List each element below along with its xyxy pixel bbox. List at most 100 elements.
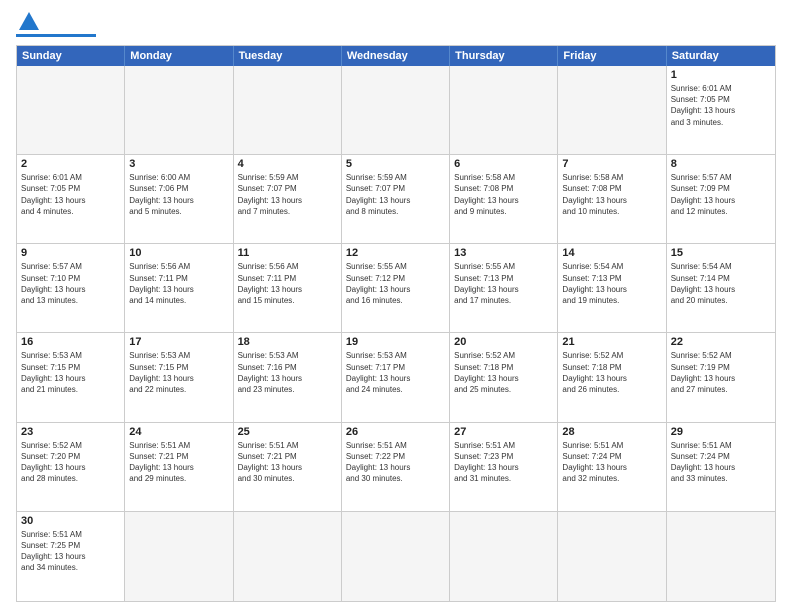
day-info: Sunrise: 5:58 AMSunset: 7:08 PMDaylight:… <box>454 172 553 217</box>
day-number: 12 <box>346 247 445 259</box>
day-info: Sunrise: 6:01 AMSunset: 7:05 PMDaylight:… <box>21 172 120 217</box>
calendar-cell: 1 Sunrise: 6:01 AMSunset: 7:05 PMDaylight… <box>667 66 775 154</box>
day-number: 25 <box>238 426 337 438</box>
day-info: Sunrise: 5:53 AMSunset: 7:15 PMDaylight:… <box>21 350 120 395</box>
calendar-cell <box>558 512 666 601</box>
day-number: 13 <box>454 247 553 259</box>
day-number: 28 <box>562 426 661 438</box>
calendar-row-6: 30 Sunrise: 5:51 AMSunset: 7:25 PMDayligh… <box>17 512 775 601</box>
day-number: 9 <box>21 247 120 259</box>
day-number: 30 <box>21 515 120 527</box>
calendar-row-4: 16 Sunrise: 5:53 AMSunset: 7:15 PMDayligh… <box>17 333 775 422</box>
day-info: Sunrise: 5:52 AMSunset: 7:20 PMDaylight:… <box>21 440 120 485</box>
calendar-cell <box>450 512 558 601</box>
calendar-cell: 8Sunrise: 5:57 AMSunset: 7:09 PMDaylight… <box>667 155 775 243</box>
calendar-cell <box>450 66 558 154</box>
day-number: 5 <box>346 158 445 170</box>
day-number: 11 <box>238 247 337 259</box>
day-info: Sunrise: 5:52 AMSunset: 7:18 PMDaylight:… <box>562 350 661 395</box>
day-number: 27 <box>454 426 553 438</box>
day-info: Sunrise: 5:57 AMSunset: 7:09 PMDaylight:… <box>671 172 771 217</box>
day-number: 10 <box>129 247 228 259</box>
calendar-cell: 22 Sunrise: 5:52 AMSunset: 7:19 PMDayligh… <box>667 333 775 421</box>
logo-triangle-icon <box>19 12 39 30</box>
day-number: 18 <box>238 336 337 348</box>
calendar-cell <box>667 512 775 601</box>
calendar-cell <box>342 66 450 154</box>
calendar-cell: 17 Sunrise: 5:53 AMSunset: 7:15 PMDayligh… <box>125 333 233 421</box>
calendar-cell: 10 Sunrise: 5:56 AMSunset: 7:11 PMDayligh… <box>125 244 233 332</box>
calendar-cell: 19 Sunrise: 5:53 AMSunset: 7:17 PMDayligh… <box>342 333 450 421</box>
day-info: Sunrise: 5:51 AMSunset: 7:21 PMDaylight:… <box>238 440 337 485</box>
day-info: Sunrise: 6:01 AMSunset: 7:05 PMDaylight:… <box>671 83 771 128</box>
day-info: Sunrise: 5:52 AMSunset: 7:19 PMDaylight:… <box>671 350 771 395</box>
day-info: Sunrise: 5:54 AMSunset: 7:13 PMDaylight:… <box>562 261 661 306</box>
calendar-row-1: 1 Sunrise: 6:01 AMSunset: 7:05 PMDaylight… <box>17 66 775 155</box>
calendar-cell <box>558 66 666 154</box>
calendar-cell: 16 Sunrise: 5:53 AMSunset: 7:15 PMDayligh… <box>17 333 125 421</box>
calendar-cell <box>234 66 342 154</box>
day-number: 7 <box>562 158 661 170</box>
calendar-cell: 20Sunrise: 5:52 AMSunset: 7:18 PMDayligh… <box>450 333 558 421</box>
day-info: Sunrise: 5:53 AMSunset: 7:15 PMDaylight:… <box>129 350 228 395</box>
day-info: Sunrise: 5:53 AMSunset: 7:16 PMDaylight:… <box>238 350 337 395</box>
day-number: 16 <box>21 336 120 348</box>
day-number: 14 <box>562 247 661 259</box>
header-day-friday: Friday <box>558 46 666 66</box>
day-number: 3 <box>129 158 228 170</box>
day-number: 23 <box>21 426 120 438</box>
day-info: Sunrise: 5:53 AMSunset: 7:17 PMDaylight:… <box>346 350 445 395</box>
header-day-wednesday: Wednesday <box>342 46 450 66</box>
calendar-header: SundayMondayTuesdayWednesdayThursdayFrid… <box>17 46 775 66</box>
calendar-cell: 3 Sunrise: 6:00 AMSunset: 7:06 PMDaylight… <box>125 155 233 243</box>
day-number: 19 <box>346 336 445 348</box>
calendar-cell: 26Sunrise: 5:51 AMSunset: 7:22 PMDayligh… <box>342 423 450 511</box>
calendar-cell: 14 Sunrise: 5:54 AMSunset: 7:13 PMDayligh… <box>558 244 666 332</box>
day-info: Sunrise: 5:51 AMSunset: 7:24 PMDaylight:… <box>671 440 771 485</box>
calendar-cell: 6 Sunrise: 5:58 AMSunset: 7:08 PMDaylight… <box>450 155 558 243</box>
calendar-cell: 12 Sunrise: 5:55 AMSunset: 7:12 PMDayligh… <box>342 244 450 332</box>
day-info: Sunrise: 5:59 AMSunset: 7:07 PMDaylight:… <box>346 172 445 217</box>
day-info: Sunrise: 5:56 AMSunset: 7:11 PMDaylight:… <box>129 261 228 306</box>
calendar-cell: 4Sunrise: 5:59 AMSunset: 7:07 PMDaylight… <box>234 155 342 243</box>
calendar-cell: 9 Sunrise: 5:57 AMSunset: 7:10 PMDaylight… <box>17 244 125 332</box>
day-number: 29 <box>671 426 771 438</box>
day-info: Sunrise: 6:00 AMSunset: 7:06 PMDaylight:… <box>129 172 228 217</box>
calendar-cell: 24Sunrise: 5:51 AMSunset: 7:21 PMDayligh… <box>125 423 233 511</box>
calendar-cell: 23 Sunrise: 5:52 AMSunset: 7:20 PMDayligh… <box>17 423 125 511</box>
calendar-cell <box>17 66 125 154</box>
calendar-cell: 7 Sunrise: 5:58 AMSunset: 7:08 PMDaylight… <box>558 155 666 243</box>
calendar-cell: 5 Sunrise: 5:59 AMSunset: 7:07 PMDaylight… <box>342 155 450 243</box>
day-info: Sunrise: 5:51 AMSunset: 7:25 PMDaylight:… <box>21 529 120 574</box>
calendar-cell: 27 Sunrise: 5:51 AMSunset: 7:23 PMDayligh… <box>450 423 558 511</box>
page: SundayMondayTuesdayWednesdayThursdayFrid… <box>0 0 792 612</box>
header-day-saturday: Saturday <box>667 46 775 66</box>
calendar-cell <box>125 512 233 601</box>
day-number: 6 <box>454 158 553 170</box>
day-number: 17 <box>129 336 228 348</box>
day-info: Sunrise: 5:54 AMSunset: 7:14 PMDaylight:… <box>671 261 771 306</box>
calendar-cell: 29 Sunrise: 5:51 AMSunset: 7:24 PMDayligh… <box>667 423 775 511</box>
day-number: 1 <box>671 69 771 81</box>
header-day-thursday: Thursday <box>450 46 558 66</box>
calendar: SundayMondayTuesdayWednesdayThursdayFrid… <box>16 45 776 602</box>
day-info: Sunrise: 5:51 AMSunset: 7:23 PMDaylight:… <box>454 440 553 485</box>
day-info: Sunrise: 5:57 AMSunset: 7:10 PMDaylight:… <box>21 261 120 306</box>
calendar-row-5: 23 Sunrise: 5:52 AMSunset: 7:20 PMDayligh… <box>17 423 775 512</box>
logo-text <box>16 12 39 32</box>
day-number: 22 <box>671 336 771 348</box>
day-number: 24 <box>129 426 228 438</box>
calendar-row-3: 9 Sunrise: 5:57 AMSunset: 7:10 PMDaylight… <box>17 244 775 333</box>
calendar-cell: 30 Sunrise: 5:51 AMSunset: 7:25 PMDayligh… <box>17 512 125 601</box>
calendar-cell: 25 Sunrise: 5:51 AMSunset: 7:21 PMDayligh… <box>234 423 342 511</box>
logo-line <box>16 34 96 37</box>
calendar-cell <box>125 66 233 154</box>
calendar-cell: 15 Sunrise: 5:54 AMSunset: 7:14 PMDayligh… <box>667 244 775 332</box>
day-info: Sunrise: 5:55 AMSunset: 7:12 PMDaylight:… <box>346 261 445 306</box>
calendar-cell <box>342 512 450 601</box>
day-number: 15 <box>671 247 771 259</box>
day-info: Sunrise: 5:51 AMSunset: 7:24 PMDaylight:… <box>562 440 661 485</box>
day-info: Sunrise: 5:56 AMSunset: 7:11 PMDaylight:… <box>238 261 337 306</box>
calendar-cell: 28 Sunrise: 5:51 AMSunset: 7:24 PMDayligh… <box>558 423 666 511</box>
day-info: Sunrise: 5:58 AMSunset: 7:08 PMDaylight:… <box>562 172 661 217</box>
